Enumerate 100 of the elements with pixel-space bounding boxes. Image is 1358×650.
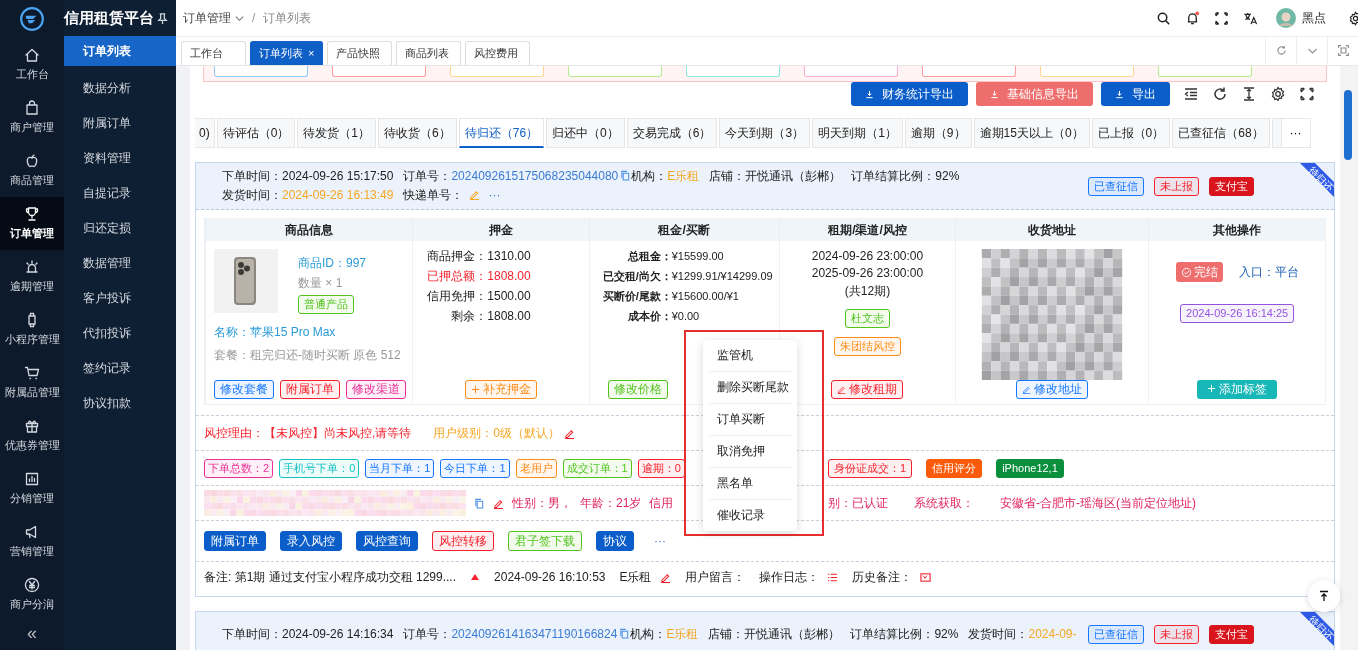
more-button[interactable]: ··· <box>488 188 501 202</box>
action-button[interactable]: 协议 <box>596 531 634 551</box>
action-button[interactable]: 修改套餐 <box>214 380 274 399</box>
submenu-item[interactable]: 订单列表 <box>64 36 176 66</box>
search-icon[interactable] <box>1156 10 1171 26</box>
menu-item[interactable]: 监管机 <box>709 340 791 372</box>
sidebar-item[interactable]: 营销管理 <box>0 515 64 568</box>
action-button[interactable]: 附属订单 <box>280 380 340 399</box>
menu-item[interactable]: 黑名单 <box>709 468 791 500</box>
copy-icon[interactable] <box>620 170 632 181</box>
bell-icon[interactable] <box>1185 10 1200 26</box>
status-tab[interactable]: 归还中（0） <box>546 118 625 148</box>
user-name[interactable]: 黑点 <box>1302 9 1326 27</box>
settings-icon[interactable] <box>1270 86 1286 102</box>
menu-item[interactable]: 删除买断尾款 <box>709 372 791 404</box>
submenu-item[interactable]: 签约记录 <box>64 351 176 386</box>
history-icon[interactable] <box>919 571 931 583</box>
edit-term-button[interactable]: 修改租期 <box>831 380 904 399</box>
status-tab[interactable]: 逾期15天以上（0） <box>973 118 1090 148</box>
action-button[interactable]: 风控转移 <box>432 531 494 551</box>
caret-up-icon[interactable] <box>470 573 481 581</box>
filter-chip[interactable] <box>332 66 426 77</box>
refresh-icon[interactable] <box>1212 86 1228 102</box>
column-header: 其他操作 <box>1148 219 1325 241</box>
submenu-item[interactable]: 数据管理 <box>64 246 176 281</box>
sidebar-item[interactable]: 商品管理 <box>0 144 64 197</box>
edit-icon[interactable] <box>493 497 504 509</box>
action-button[interactable]: 风控查询 <box>356 531 418 551</box>
action-button[interactable]: 修改渠道 <box>346 380 406 399</box>
translate-icon[interactable] <box>1243 10 1258 26</box>
column-header: 收货地址 <box>955 219 1149 241</box>
submenu-item[interactable]: 客户投诉 <box>64 281 176 316</box>
status-tab[interactable]: 已查征信（68） <box>1172 118 1270 148</box>
sidebar-item[interactable]: 优惠券管理 <box>0 409 64 462</box>
page-tab[interactable]: 订单列表 × <box>250 41 324 65</box>
sidebar-item[interactable]: 小程序管理 <box>0 303 64 356</box>
sidebar-item[interactable]: 逾期管理 <box>0 250 64 303</box>
column-header: 租期/渠道/风控 <box>778 219 956 241</box>
more-button[interactable]: ··· <box>1280 118 1311 148</box>
filter-chip[interactable] <box>922 66 1016 77</box>
order-number-link[interactable]: 2024092615175068235044080 <box>451 169 619 183</box>
submenu-item[interactable]: 归还定损 <box>64 211 176 246</box>
status-tab[interactable]: 待收货（6） <box>378 118 457 148</box>
sidebar-item[interactable]: 订单管理 <box>0 197 64 250</box>
fullscreen-icon[interactable] <box>1299 86 1315 102</box>
field-value: ¥15599.00 <box>671 249 725 263</box>
sidebar-item[interactable]: 商户管理 <box>0 91 64 144</box>
edit-icon <box>1022 385 1032 394</box>
copy-icon[interactable] <box>619 627 631 639</box>
status-tab[interactable]: 待评估（0） <box>216 118 296 148</box>
page-tab[interactable]: 产品快照 <box>327 41 393 65</box>
order-number-link[interactable]: 2024092614163471190166824 <box>451 626 618 641</box>
submenu-item[interactable]: 数据分析 <box>64 71 176 106</box>
cart-icon <box>24 365 40 381</box>
edit-icon[interactable] <box>469 189 481 200</box>
page-tab[interactable]: 工作台 <box>181 41 246 65</box>
status-tab[interactable]: 交易完成（6） <box>626 118 718 148</box>
status-tab[interactable]: 今天到期（3） <box>719 118 811 148</box>
edit-icon[interactable] <box>659 571 671 583</box>
submenu-item[interactable]: 协议扣款 <box>64 386 176 421</box>
submenu-item[interactable]: 代扣投诉 <box>64 316 176 351</box>
column-height-icon[interactable] <box>1241 86 1257 102</box>
submenu-item[interactable]: 附属订单 <box>64 106 176 141</box>
scrollbar-thumb[interactable] <box>1344 90 1352 160</box>
sidebar-item[interactable]: 附属品管理 <box>0 356 64 409</box>
menu-item[interactable]: 催收记录 <box>709 500 791 531</box>
list-icon[interactable] <box>826 571 838 583</box>
edit-icon[interactable] <box>564 427 576 439</box>
status-tab[interactable]: 逾期（9） <box>904 118 972 148</box>
more-button[interactable]: ··· <box>648 533 672 549</box>
edit-address-button[interactable]: 修改地址 <box>1016 380 1089 399</box>
submenu-item[interactable]: 资料管理 <box>64 141 176 176</box>
menu-item[interactable]: 订单买断 <box>709 404 791 436</box>
user-level: 用户级别：0级（默认） <box>433 424 561 442</box>
action-button[interactable]: 录入风控 <box>280 531 342 551</box>
pin-icon[interactable] <box>157 12 168 24</box>
submenu-item[interactable]: 自提记录 <box>64 176 176 211</box>
export-button[interactable]: 导出 <box>1101 82 1170 106</box>
page-tab[interactable]: 商品列表 <box>396 41 462 65</box>
sidebar-item[interactable]: 商户分润 <box>0 568 64 621</box>
page-tab[interactable]: 风控费用 <box>465 41 531 65</box>
settings-icon[interactable] <box>1348 10 1358 26</box>
sidebar-item[interactable]: 分销管理 <box>0 462 64 515</box>
export-button[interactable]: 财务统计导出 <box>851 82 968 106</box>
copy-icon[interactable] <box>474 497 485 509</box>
status-tab[interactable]: 明天到期（1） <box>812 118 903 148</box>
status-tab[interactable]: 待发货（1） <box>297 118 377 148</box>
menu-item[interactable]: 取消免押 <box>709 436 791 468</box>
collapse-button[interactable]: « <box>19 623 45 644</box>
avatar[interactable] <box>1276 8 1296 28</box>
sidebar-item[interactable]: 工作台 <box>0 38 64 91</box>
field-label: 店铺： <box>708 626 745 641</box>
status-tab[interactable]: 0) <box>195 118 215 148</box>
close-icon[interactable]: × <box>308 47 315 59</box>
status-tab[interactable]: 待归还（76） <box>458 118 545 148</box>
fullscreen-icon[interactable] <box>1214 10 1229 26</box>
status-tab[interactable]: 已上报（0） <box>1091 118 1171 148</box>
action-button[interactable]: 附属订单 <box>204 531 266 551</box>
breadcrumb-item[interactable]: 订单管理 <box>183 9 231 27</box>
indent-icon[interactable] <box>1183 86 1199 102</box>
